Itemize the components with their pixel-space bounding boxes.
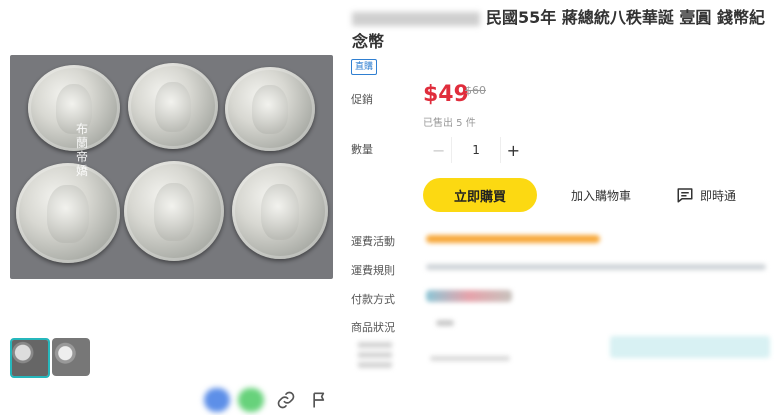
promo-label: 促銷	[351, 93, 373, 106]
direct-buy-badge: 直購	[351, 59, 378, 75]
original-price: $60	[465, 84, 486, 97]
shipping-rule-label: 運費規則	[351, 264, 395, 277]
condition-label: 商品狀況	[351, 321, 395, 334]
payment-label: 付款方式	[351, 293, 395, 306]
share-button-blurred[interactable]	[238, 388, 264, 412]
sold-count: 已售出 5 件	[423, 118, 476, 129]
coin-image	[128, 63, 218, 149]
link-icon[interactable]	[272, 386, 300, 414]
coin-image	[124, 161, 224, 261]
redacted-shipping-rule	[426, 264, 766, 270]
quantity-input[interactable]: 1	[451, 137, 501, 163]
coin-image	[16, 163, 120, 263]
redacted-info	[358, 338, 392, 368]
redacted-banner	[610, 336, 770, 358]
price: $49	[423, 82, 469, 107]
add-to-cart-button[interactable]: 加入購物車	[553, 178, 649, 212]
product-main-photo[interactable]: 布蘭帝嬌	[10, 55, 333, 279]
coin-image	[28, 65, 120, 151]
chat-label: 即時通	[700, 188, 737, 203]
redacted-shipping-event	[426, 235, 600, 243]
quantity-label: 數量	[351, 143, 373, 156]
thumbnail-2[interactable]	[52, 338, 90, 376]
quantity-stepper: − 1 +	[426, 137, 526, 163]
thumbnail-1[interactable]	[10, 338, 50, 378]
redacted-payment	[426, 290, 512, 302]
product-title: 民國55年 蔣總統八秩華誕 壹圓 錢幣紀念幣	[352, 8, 765, 51]
increase-button[interactable]: +	[501, 137, 526, 163]
decrease-button[interactable]: −	[426, 137, 451, 163]
buy-now-button[interactable]: 立即購買	[423, 178, 537, 212]
shipping-event-label: 運費活動	[351, 235, 395, 248]
redacted-info	[430, 356, 510, 361]
coin-image	[232, 163, 328, 259]
chat-icon	[676, 186, 694, 204]
flag-icon[interactable]	[306, 386, 334, 414]
share-button-blurred[interactable]	[204, 388, 230, 412]
coin-image	[225, 67, 315, 151]
redacted-condition	[436, 320, 454, 326]
redacted-text	[352, 11, 480, 26]
watermark-text: 布蘭帝嬌	[76, 122, 89, 178]
chat-button[interactable]: 即時通	[676, 178, 746, 212]
